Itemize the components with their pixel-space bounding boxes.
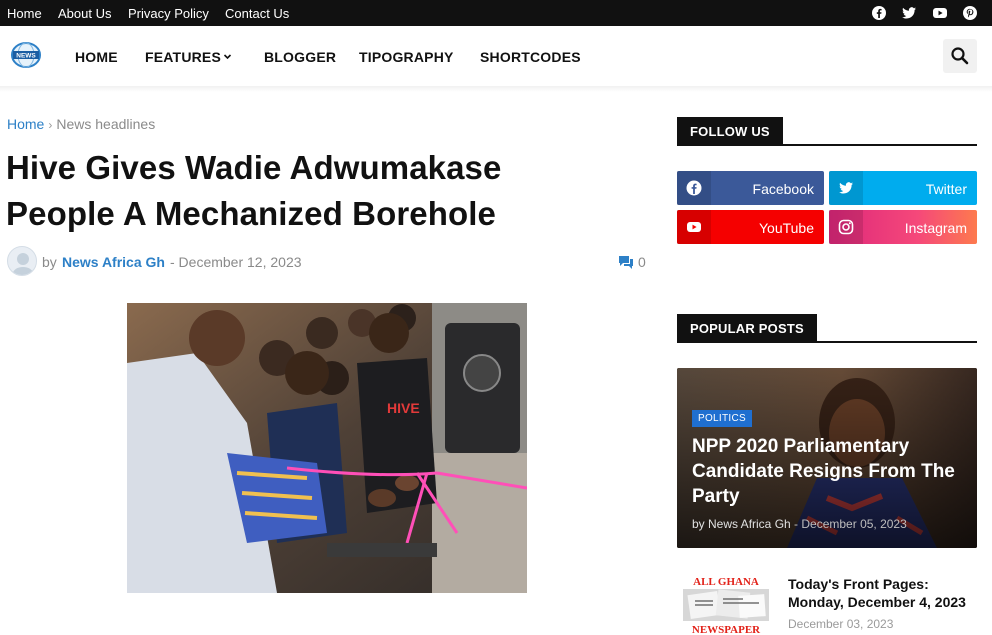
featured-post-author: by News Africa Gh bbox=[692, 517, 791, 531]
featured-popular-post[interactable]: POLITICS NPP 2020 Parliamentary Candidat… bbox=[677, 368, 977, 548]
topbar-link-home[interactable]: Home bbox=[7, 6, 42, 21]
follow-us-title: FOLLOW US bbox=[677, 117, 783, 145]
article-image: HIVE bbox=[127, 303, 527, 593]
shirt-text: HIVE bbox=[387, 400, 420, 416]
comment-icon[interactable] bbox=[618, 254, 634, 270]
featured-post-meta: by News Africa Gh - December 05, 2023 bbox=[692, 517, 907, 531]
thumb-text-top: ALL GHANA bbox=[693, 576, 759, 588]
featured-post-date: - December 05, 2023 bbox=[794, 517, 907, 531]
chevron-down-icon[interactable] bbox=[223, 48, 232, 60]
pinterest-icon[interactable] bbox=[962, 5, 978, 21]
site-logo[interactable]: NEWS bbox=[10, 40, 42, 70]
instagram-follow-button[interactable]: Instagram bbox=[829, 210, 977, 244]
nav-item-home[interactable]: HOME bbox=[75, 49, 118, 65]
article-meta: by News Africa Gh - December 12, 2023 0 bbox=[7, 246, 647, 278]
twitter-follow-button[interactable]: Twitter bbox=[829, 171, 977, 205]
youtube-label: YouTube bbox=[758, 220, 814, 236]
twitter-icon[interactable] bbox=[901, 5, 917, 21]
logo-text: NEWS bbox=[16, 53, 36, 60]
breadcrumb-current[interactable]: News headlines bbox=[56, 116, 155, 132]
twitter-icon bbox=[829, 171, 863, 205]
author-link[interactable]: News Africa Gh bbox=[62, 254, 165, 270]
topbar-link-contact[interactable]: Contact Us bbox=[225, 6, 289, 21]
thumb-text-bottom: NEWSPAPER bbox=[692, 624, 761, 635]
breadcrumb-separator: › bbox=[48, 118, 53, 132]
popular-post-title[interactable]: Today's Front Pages: Monday, December 4,… bbox=[788, 575, 983, 611]
nav-item-tipography[interactable]: TIPOGRAPHY bbox=[359, 49, 454, 65]
featured-post-title[interactable]: NPP 2020 Parliamentary Candidate Resigns… bbox=[692, 434, 972, 509]
popular-post-date: December 03, 2023 bbox=[788, 617, 894, 631]
twitter-label: Twitter bbox=[925, 181, 967, 197]
youtube-icon bbox=[677, 210, 711, 244]
header-shadow bbox=[0, 86, 992, 92]
top-bar: Home About Us Privacy Policy Contact Us bbox=[0, 0, 992, 26]
comment-count[interactable]: 0 bbox=[638, 254, 646, 270]
publish-date: - December 12, 2023 bbox=[170, 254, 302, 270]
main-header: NEWS HOME FEATURES BLOGGER TIPOGRAPHY SH… bbox=[0, 26, 992, 86]
instagram-icon bbox=[829, 210, 863, 244]
topbar-link-about[interactable]: About Us bbox=[58, 6, 111, 21]
search-button[interactable] bbox=[943, 39, 977, 73]
youtube-icon[interactable] bbox=[932, 5, 948, 21]
category-tag[interactable]: POLITICS bbox=[692, 410, 752, 427]
nav-item-features[interactable]: FEATURES bbox=[145, 49, 221, 65]
follow-us-heading: FOLLOW US bbox=[677, 117, 977, 146]
popular-posts-heading: POPULAR POSTS bbox=[677, 314, 977, 343]
youtube-follow-button[interactable]: YouTube bbox=[677, 210, 824, 244]
facebook-icon bbox=[677, 171, 711, 205]
breadcrumb-home[interactable]: Home bbox=[7, 116, 44, 132]
facebook-label: Facebook bbox=[752, 181, 814, 197]
facebook-follow-button[interactable]: Facebook bbox=[677, 171, 824, 205]
topbar-link-privacy[interactable]: Privacy Policy bbox=[128, 6, 209, 21]
search-icon bbox=[951, 47, 969, 65]
author-avatar[interactable] bbox=[7, 246, 37, 276]
popular-post-thumbnail[interactable]: ALL GHANA NEWSPAPER bbox=[677, 573, 775, 635]
breadcrumb: Home › News headlines bbox=[7, 116, 155, 132]
instagram-label: Instagram bbox=[904, 220, 967, 236]
byline-prefix: by bbox=[42, 254, 57, 270]
facebook-icon[interactable] bbox=[871, 5, 887, 21]
popular-posts-title: POPULAR POSTS bbox=[677, 314, 817, 342]
article-title: Hive Gives Wadie Adwumakase People A Mec… bbox=[6, 149, 502, 232]
nav-item-shortcodes[interactable]: SHORTCODES bbox=[480, 49, 581, 65]
nav-item-blogger[interactable]: BLOGGER bbox=[264, 49, 336, 65]
